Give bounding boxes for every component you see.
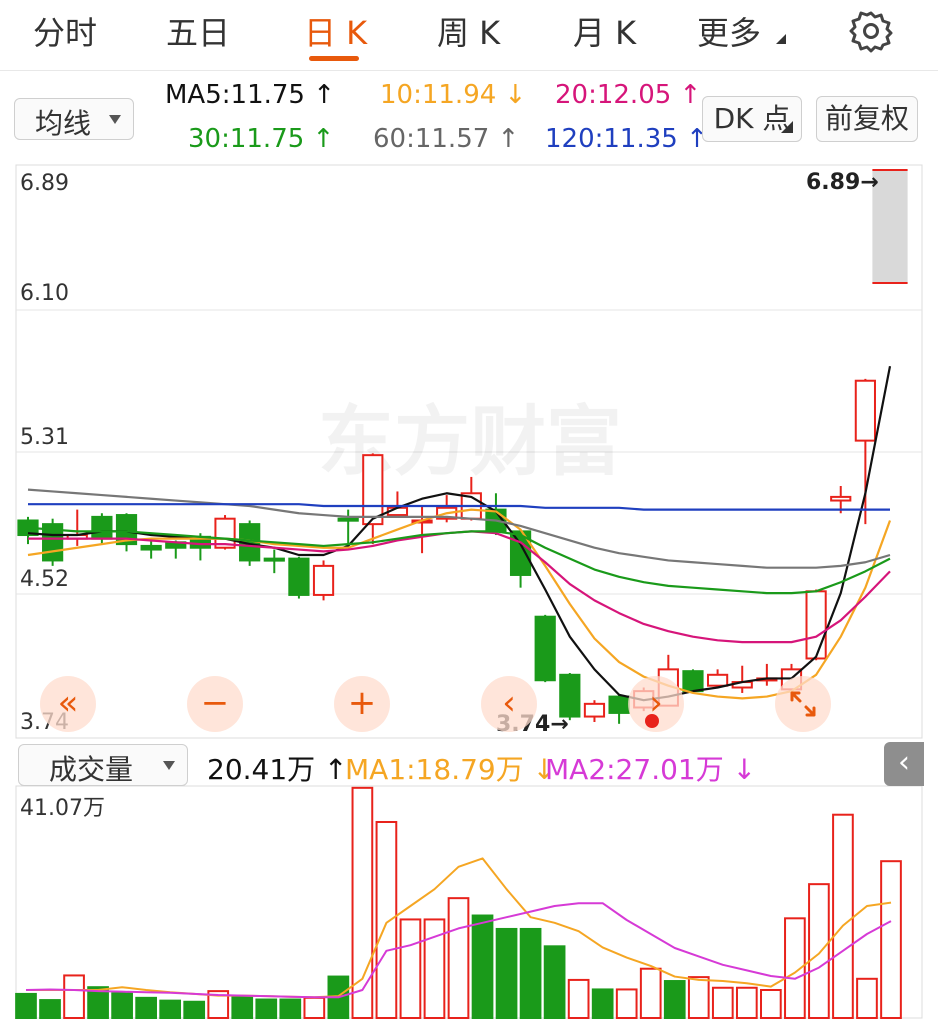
candle-body: [91, 515, 113, 540]
candle: [288, 556, 310, 599]
candle: [706, 669, 729, 688]
chart-frame: [15, 164, 923, 1019]
candle-body: [263, 557, 285, 562]
candle: [17, 516, 39, 545]
volume-bar: [639, 967, 662, 1019]
volume-bar: [447, 897, 470, 1019]
candle: [66, 509, 88, 546]
volume-bar: [135, 996, 157, 1019]
high-price-marker: 6.89→: [806, 170, 879, 195]
candle-body: [805, 590, 827, 660]
ma120-line: [28, 503, 890, 511]
scroll-to-start-button[interactable]: «: [40, 676, 96, 732]
candle-body: [288, 557, 310, 596]
candle-body: [337, 517, 359, 522]
volume-bar: [375, 820, 398, 1019]
candle-body: [559, 673, 581, 718]
volume-bar: [495, 927, 518, 1020]
collapse-panel-button[interactable]: ‹: [884, 742, 924, 786]
candle: [263, 549, 285, 574]
volume-bar: [735, 986, 758, 1020]
volume-bar: [111, 992, 133, 1019]
volume-select-label: 成交量: [49, 753, 134, 786]
candle-body: [583, 702, 606, 718]
volume-bar: [303, 996, 326, 1019]
price-label-top: 6.89: [20, 171, 69, 196]
candle-body: [854, 379, 876, 442]
volume-bar: [832, 813, 854, 1020]
volume-bar: [856, 977, 878, 1020]
volume-bar: [183, 1000, 206, 1020]
zoom-in-button[interactable]: +: [334, 676, 390, 732]
volume-bar: [615, 988, 638, 1020]
volume-bar: [880, 860, 902, 1019]
kline-chart[interactable]: 东方财富: [0, 0, 938, 1024]
candle-body: [608, 695, 630, 714]
price-label-4: 4.52: [20, 567, 69, 592]
volume-bar: [15, 992, 37, 1020]
candle: [362, 453, 384, 545]
candle: [583, 700, 606, 722]
volume-bar: [760, 988, 782, 1019]
candle-body: [140, 544, 162, 551]
volume-bar: [279, 998, 302, 1019]
expand-icon: [790, 691, 816, 717]
volume-bar: [39, 999, 61, 1020]
volume-value: 20.41万 ↑: [207, 753, 348, 786]
chevron-down-icon: [163, 761, 175, 770]
candle: [756, 663, 778, 686]
ma60-line: [27, 488, 891, 569]
volume-bar: [231, 996, 254, 1020]
record-dot-icon: [645, 714, 659, 728]
volume-bar: [687, 976, 710, 1020]
volume-bar: [808, 883, 830, 1019]
candle-body: [534, 615, 556, 682]
candle: [534, 614, 556, 683]
zoom-out-button[interactable]: −: [187, 676, 243, 732]
candle: [42, 518, 64, 566]
volume-bar: [63, 974, 85, 1020]
candle-body: [682, 670, 704, 693]
fullscreen-button[interactable]: [775, 676, 831, 732]
volume-bar: [399, 918, 422, 1020]
ma10-line: [27, 508, 892, 700]
candle: [608, 694, 630, 724]
volume-bar: [159, 999, 182, 1020]
volume-bar: [591, 988, 614, 1020]
candle-body: [706, 673, 729, 687]
candle-body: [312, 564, 335, 596]
candle: [805, 589, 827, 661]
candle: [411, 505, 433, 554]
volume-bar: [519, 927, 542, 1020]
candle: [731, 665, 753, 693]
volume-bar: [663, 980, 686, 1019]
candle: [312, 560, 335, 601]
volume-bar: [543, 945, 566, 1019]
volume-bars-layer: [15, 786, 902, 1020]
volume-bar: [471, 914, 494, 1019]
candle-body: [362, 454, 384, 526]
volume-ma2-value: MA2:27.01万 ↓: [545, 753, 757, 786]
scroll-left-button[interactable]: ‹: [481, 676, 537, 732]
volume-bar: [567, 978, 590, 1020]
volume-max-label: 41.07万: [20, 796, 105, 821]
price-label-3: 5.31: [20, 425, 69, 450]
volume-ma1-value: MA1:18.79万 ↓: [345, 753, 557, 786]
volume-bar: [255, 998, 278, 1019]
candle-body: [830, 495, 852, 502]
volume-bar: [711, 986, 734, 1020]
price-label-2: 6.10: [20, 281, 69, 306]
volume-indicator-select[interactable]: 成交量: [18, 744, 188, 786]
candle: [485, 493, 507, 536]
